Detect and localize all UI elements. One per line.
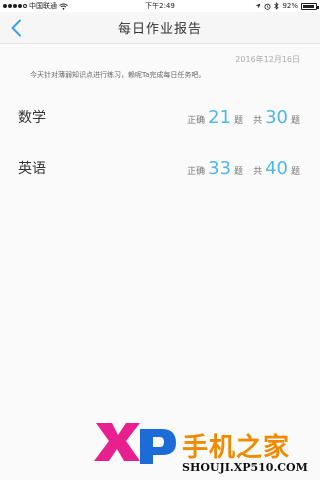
total-label: 共 [253, 115, 263, 126]
subject-row-english[interactable]: 英语 正确 33 题 共 40 题 [0, 156, 320, 180]
correct-label: 正确 [187, 166, 206, 177]
site-watermark: 手机之家 SHOUJI.XP510.COM [90, 417, 320, 480]
battery-percent: 92% [282, 2, 298, 10]
total-count: 30 [265, 106, 288, 128]
subject-row-math[interactable]: 数学 正确 21 题 共 30 题 [0, 105, 320, 129]
site-url: SHOUJI.XP510.COM [182, 461, 308, 474]
report-content: 2016年12月16日 今天针对薄弱知识点进行练习，赖呢Ta完成每日任务吧。 数… [0, 44, 320, 480]
back-button[interactable] [10, 18, 32, 38]
xp-logo-icon [94, 423, 176, 464]
total-unit: 题 [290, 115, 300, 126]
status-left: 中国联通 [3, 1, 68, 11]
alarm-icon [264, 3, 271, 10]
total-unit: 题 [290, 166, 300, 177]
correct-unit: 题 [234, 166, 244, 177]
site-name: 手机之家 [182, 433, 291, 463]
chevron-left-icon [11, 19, 21, 37]
total-label: 共 [253, 166, 263, 177]
battery-icon [301, 2, 319, 10]
carrier-label: 中国联通 [29, 2, 57, 10]
status-right: 92% [255, 2, 319, 10]
total-count: 40 [265, 157, 288, 179]
bluetooth-icon [274, 2, 280, 10]
nav-bar: 每日作业报告 [0, 12, 320, 44]
subject-score: 正确 33 题 共 40 题 [187, 158, 300, 179]
subject-score: 正确 21 题 共 30 题 [187, 107, 300, 128]
subject-name: 英语 [18, 161, 46, 177]
correct-label: 正确 [187, 115, 206, 126]
subject-name: 数学 [18, 110, 46, 126]
report-intro: 今天针对薄弱知识点进行练习，赖呢Ta完成每日任务吧。 [30, 71, 206, 79]
status-bar: 中国联通 下午2:49 92% [0, 0, 320, 12]
battery-fill [303, 4, 315, 8]
signal-strength-icon [3, 4, 27, 8]
wifi-icon [59, 2, 68, 10]
correct-count: 21 [208, 106, 232, 128]
correct-count: 33 [208, 157, 232, 179]
report-date: 2016年12月16日 [235, 55, 300, 64]
location-icon [255, 3, 261, 9]
correct-unit: 题 [234, 115, 244, 126]
page-title: 每日作业报告 [117, 22, 202, 37]
